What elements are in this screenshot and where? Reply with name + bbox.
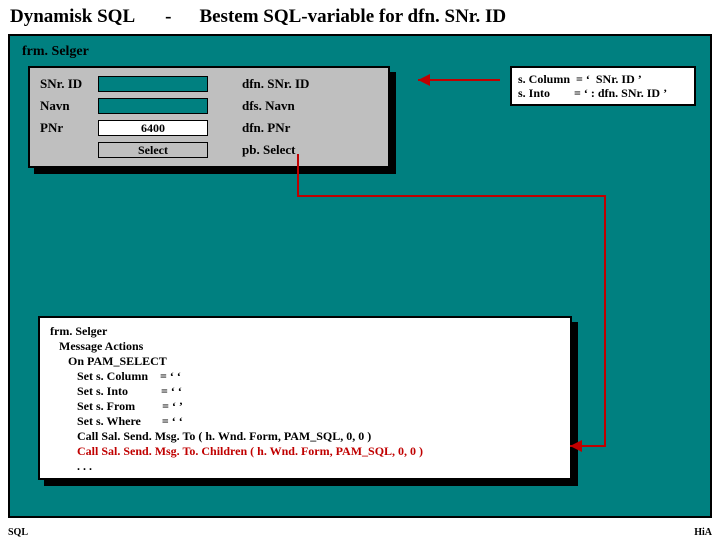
code-line: Set s. Column = ‘ ‘ — [50, 369, 560, 384]
field-name: dfs. Navn — [242, 98, 295, 114]
code-line: On PAM_SELECT — [50, 354, 560, 369]
form-panel: SNr. ID dfn. SNr. ID Navn dfs. Navn PNr … — [28, 66, 390, 168]
pnr-input[interactable]: 6400 — [98, 120, 208, 136]
form-row-select: Select pb. Select — [40, 140, 378, 160]
code-panel: frm. Selger Message Actions On PAM_SELEC… — [38, 316, 572, 480]
info-line-1: s. Column = ‘ SNr. ID ’ — [518, 72, 688, 86]
main-canvas: frm. Selger SNr. ID dfn. SNr. ID Navn df… — [8, 34, 712, 518]
footer-left: SQL — [8, 527, 28, 538]
row-label: Navn — [40, 98, 98, 114]
title-left: Dynamisk SQL — [10, 6, 135, 28]
footer-right: HiA — [694, 527, 712, 538]
title-bar: Dynamisk SQL - Bestem SQL-variable for d… — [0, 0, 720, 32]
code-line-highlight: Call Sal. Send. Msg. To. Children ( h. W… — [50, 444, 560, 459]
title-dash: - — [165, 6, 171, 28]
navn-input[interactable] — [98, 98, 208, 114]
form-caption: frm. Selger — [22, 44, 89, 60]
form-row-pnr: PNr 6400 dfn. PNr — [40, 118, 378, 138]
title-right: Bestem SQL-variable for dfn. SNr. ID — [199, 6, 506, 28]
form-row-navn: Navn dfs. Navn — [40, 96, 378, 116]
code-line: Message Actions — [50, 339, 560, 354]
row-label: PNr — [40, 120, 98, 136]
field-name: pb. Select — [242, 142, 295, 158]
info-line-2: s. Into = ‘ : dfn. SNr. ID ’ — [518, 86, 688, 100]
field-name: dfn. PNr — [242, 120, 290, 136]
field-name: dfn. SNr. ID — [242, 76, 309, 92]
code-line: Set s. From = ‘ ’ — [50, 399, 560, 414]
info-panel: s. Column = ‘ SNr. ID ’ s. Into = ‘ : df… — [510, 66, 696, 106]
select-button[interactable]: Select — [98, 142, 208, 158]
form-row-snrid: SNr. ID dfn. SNr. ID — [40, 74, 378, 94]
code-line: . . . — [50, 459, 560, 474]
code-line: Set s. Into = ‘ ‘ — [50, 384, 560, 399]
code-line: Call Sal. Send. Msg. To ( h. Wnd. Form, … — [50, 429, 560, 444]
code-line: Set s. Where = ‘ ‘ — [50, 414, 560, 429]
code-line: frm. Selger — [50, 324, 560, 339]
row-label: SNr. ID — [40, 76, 98, 92]
snrid-input[interactable] — [98, 76, 208, 92]
